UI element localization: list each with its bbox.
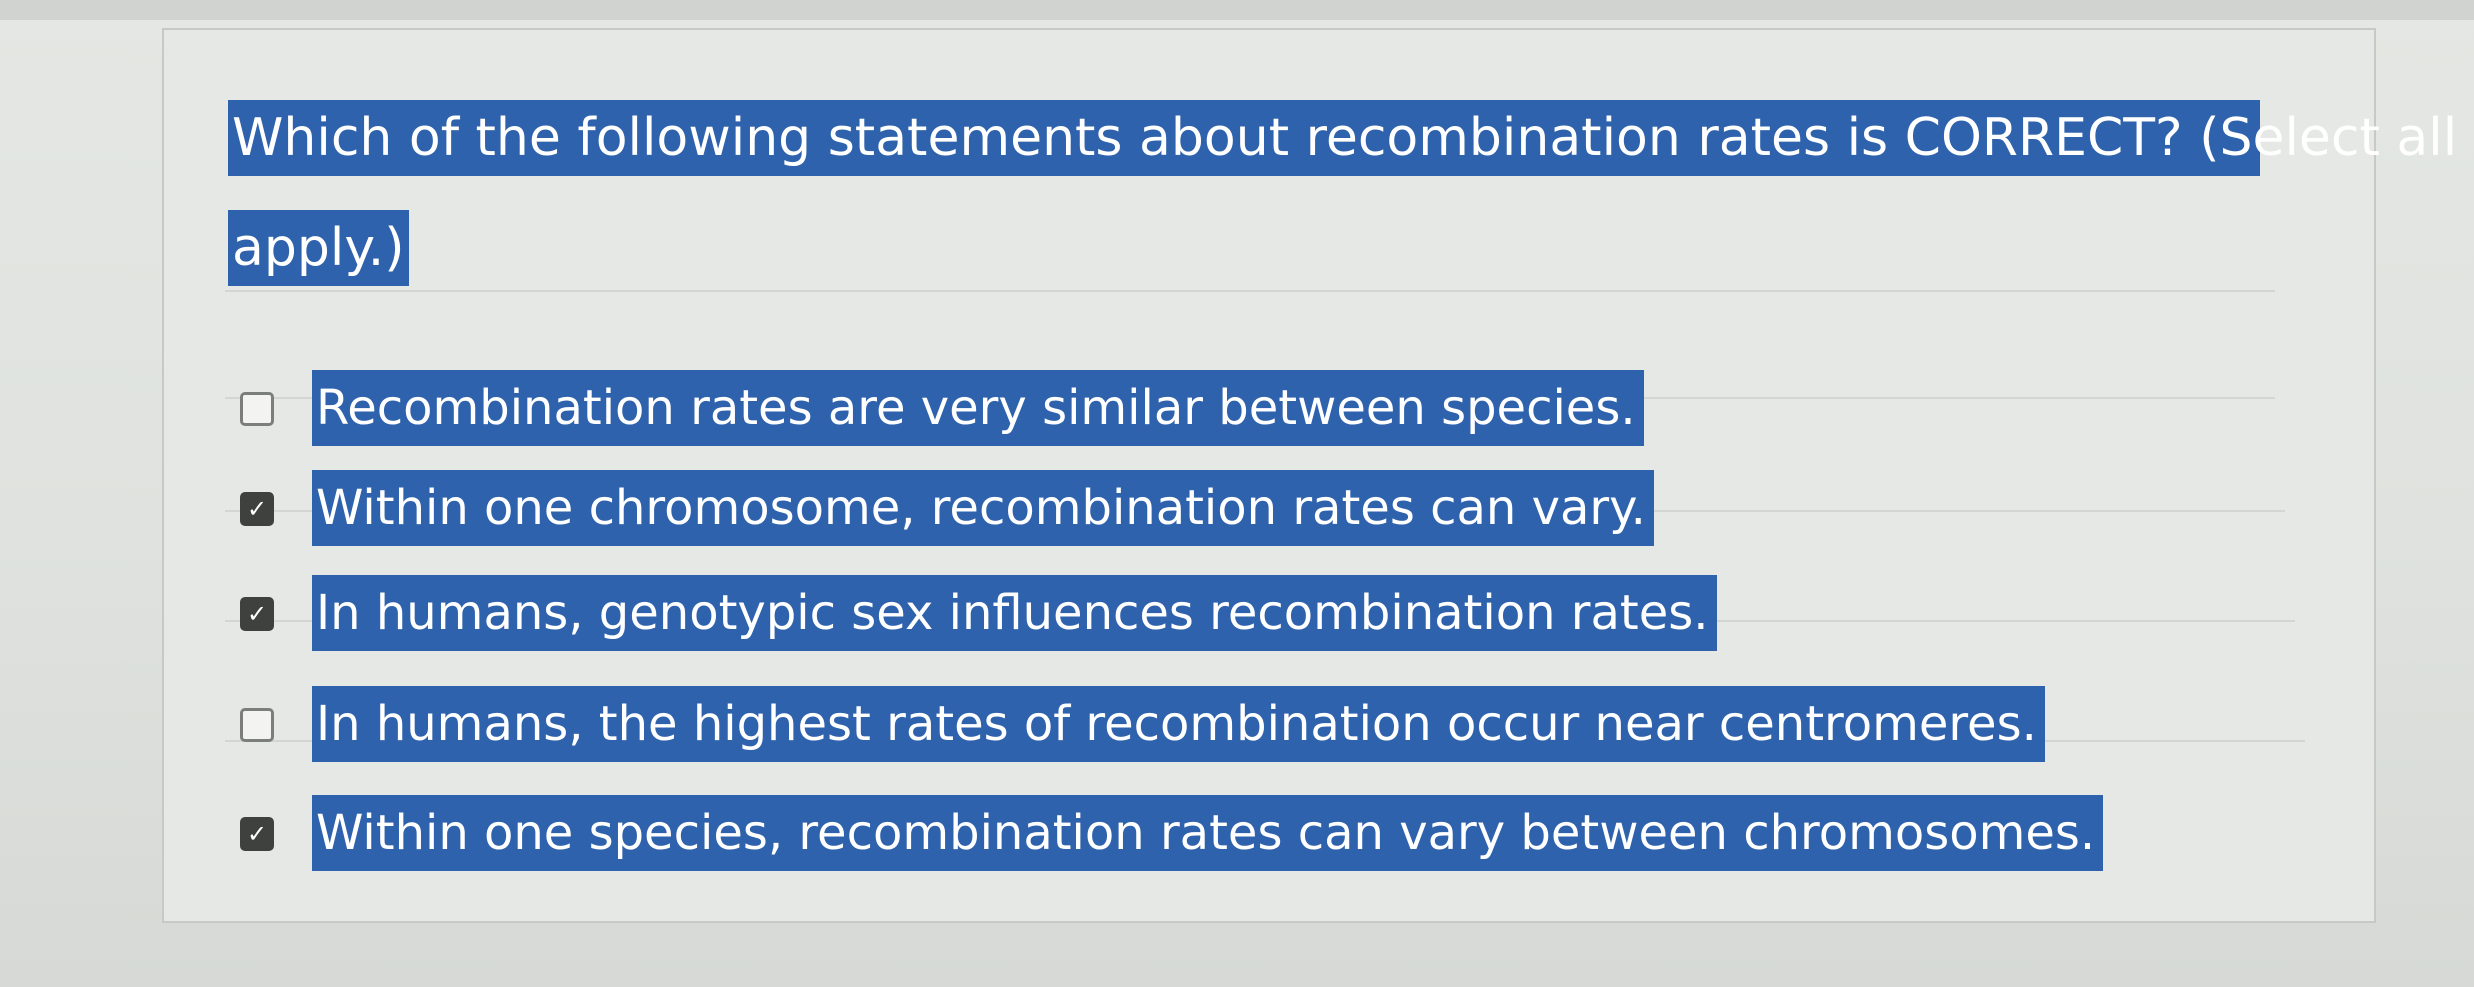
option-label[interactable]: Recombination rates are very similar bet…	[312, 370, 1644, 446]
option-label[interactable]: In humans, genotypic sex influences reco…	[312, 575, 1717, 651]
option-label[interactable]: Within one species, recombination rates …	[312, 795, 2104, 871]
checkbox-checked-icon[interactable]: ✓	[240, 597, 274, 631]
question-text-line-2: apply.)	[228, 210, 409, 286]
checkbox-checked-icon[interactable]: ✓	[240, 492, 274, 526]
checkbox-unchecked-icon[interactable]	[240, 392, 274, 426]
option-label[interactable]: Within one chromosome, recombination rat…	[312, 470, 1654, 546]
top-edge	[0, 0, 2474, 20]
option-label[interactable]: In humans, the highest rates of recombin…	[312, 686, 2045, 762]
question-text-line-1: Which of the following statements about …	[228, 100, 2474, 176]
checkbox-unchecked-icon[interactable]	[240, 708, 274, 742]
divider	[225, 290, 2275, 292]
checkbox-checked-icon[interactable]: ✓	[240, 817, 274, 851]
